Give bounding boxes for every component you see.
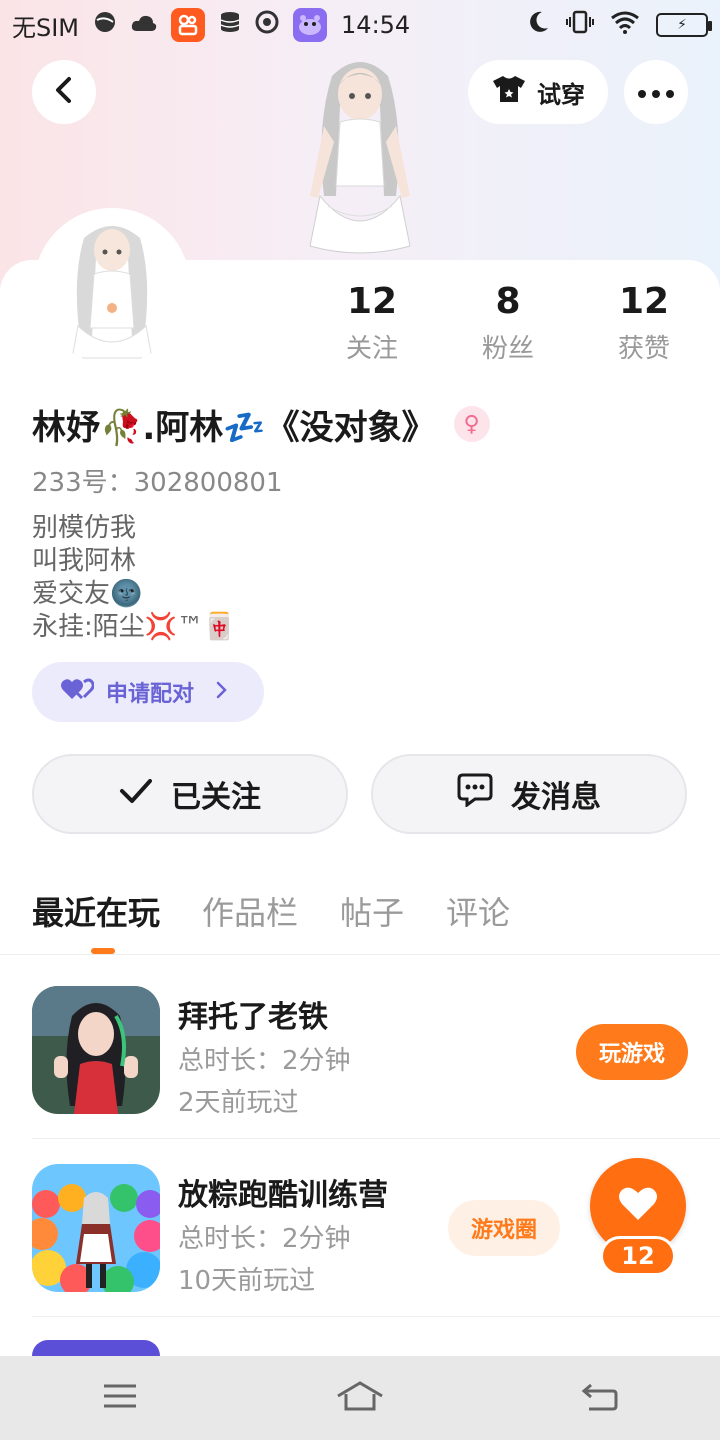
more-dots-icon: [638, 83, 674, 102]
try-on-button[interactable]: 试穿: [468, 60, 608, 124]
game-thumbnail: [32, 986, 160, 1114]
game-title: 放粽跑酷训练营: [178, 1178, 388, 1213]
hippo-app-icon: [293, 8, 328, 42]
send-message-button[interactable]: 发消息: [371, 754, 687, 834]
game-thumbnail: [32, 1164, 160, 1292]
menu-button[interactable]: [70, 1368, 170, 1428]
wifi-icon: [610, 10, 640, 40]
system-navigation-bar: [0, 1356, 720, 1440]
moon-icon: [528, 10, 550, 40]
return-arrow-icon: [581, 1381, 619, 1415]
chevron-right-icon: [216, 680, 228, 705]
likes-stat[interactable]: 12 获赞: [584, 280, 704, 365]
more-options-button[interactable]: [624, 60, 688, 124]
profile-nickname: 林妤🥀.阿林💤《没对象》: [32, 407, 436, 448]
game-last-played: 2天前玩过: [178, 1088, 299, 1118]
chevron-left-icon: [52, 76, 76, 108]
game-total-duration: 总时长：2分钟: [178, 1224, 351, 1254]
row-divider: [32, 1138, 720, 1139]
bio-line: 别模仿我: [32, 513, 137, 543]
game-circle-button[interactable]: 游戏圈: [448, 1200, 560, 1256]
battery-charging-icon: ⚡: [656, 13, 712, 37]
menu-icon: [102, 1382, 138, 1414]
likes-count: 12: [618, 281, 670, 322]
followed-label: 已关注: [171, 780, 261, 815]
request-pair-button[interactable]: 申请配对: [32, 662, 264, 722]
followers-stat[interactable]: 8 粉丝: [448, 280, 568, 365]
following-stat[interactable]: 12 关注: [312, 280, 432, 365]
globe-icon: [93, 10, 117, 40]
profile-nickname-row: 林妤🥀.阿林💤《没对象》 ♀: [32, 396, 490, 452]
tshirt-icon: [491, 74, 527, 110]
following-count: 12: [346, 281, 398, 322]
like-count: 12: [600, 1236, 676, 1276]
status-bar: 无SIM 14:54 ⚡: [0, 0, 720, 50]
play-circle-icon: [255, 10, 279, 40]
database-icon: [219, 10, 241, 40]
clock-time: 14:54: [341, 11, 411, 39]
cloud-icon: [131, 11, 157, 39]
back-nav-button[interactable]: [550, 1368, 650, 1428]
request-pair-label: 申请配对: [106, 682, 195, 707]
checkmark-icon: [119, 777, 153, 812]
female-gender-icon: ♀: [453, 406, 490, 442]
game-thumbnail: [32, 1340, 160, 1356]
home-button[interactable]: [310, 1368, 410, 1428]
tab-recently-played[interactable]: 最近在玩: [32, 888, 160, 938]
carrier-label: 无SIM: [12, 13, 80, 42]
followed-button[interactable]: 已关注: [32, 754, 348, 834]
bio-line: 叫我阿林: [32, 546, 137, 576]
tabs-divider: [0, 954, 720, 955]
tab-works[interactable]: 作品栏: [202, 888, 298, 938]
profile-bio: 别模仿我 叫我阿林 爱交友🌚 永挂:陌尘💢™🀄: [32, 512, 236, 644]
back-button[interactable]: [32, 60, 96, 124]
try-on-label: 试穿: [537, 80, 585, 109]
heart-icon: [618, 1186, 658, 1226]
vibrate-icon: [566, 10, 594, 40]
play-game-button[interactable]: 玩游戏: [576, 1024, 688, 1080]
send-message-label: 发消息: [511, 780, 601, 815]
likes-label: 获赞: [617, 334, 670, 364]
row-divider: [32, 1316, 720, 1317]
bio-line: 爱交友🌚: [32, 579, 143, 609]
game-last-played: 10天前玩过: [178, 1266, 316, 1296]
double-heart-icon: [60, 677, 95, 707]
avatar-character-figure[interactable]: [280, 46, 440, 260]
game-total-duration: 总时长：2分钟: [178, 1046, 351, 1076]
home-icon: [335, 1380, 385, 1416]
chat-bubble-icon: [457, 773, 493, 815]
tab-comments[interactable]: 评论: [446, 888, 510, 938]
followers-label: 粉丝: [481, 334, 534, 364]
account-id: 233号：302800801: [32, 468, 283, 498]
bio-line: 永挂:陌尘💢™🀄: [32, 612, 236, 642]
followers-count: 8: [495, 281, 521, 322]
profile-avatar[interactable]: [34, 208, 190, 364]
profile-tabs: 最近在玩 作品栏 帖子 评论: [32, 888, 510, 948]
tab-posts[interactable]: 帖子: [340, 888, 404, 938]
game-title: 拜托了老铁: [178, 1000, 328, 1035]
following-label: 关注: [345, 334, 398, 364]
kuaishou-app-icon: [171, 8, 206, 42]
